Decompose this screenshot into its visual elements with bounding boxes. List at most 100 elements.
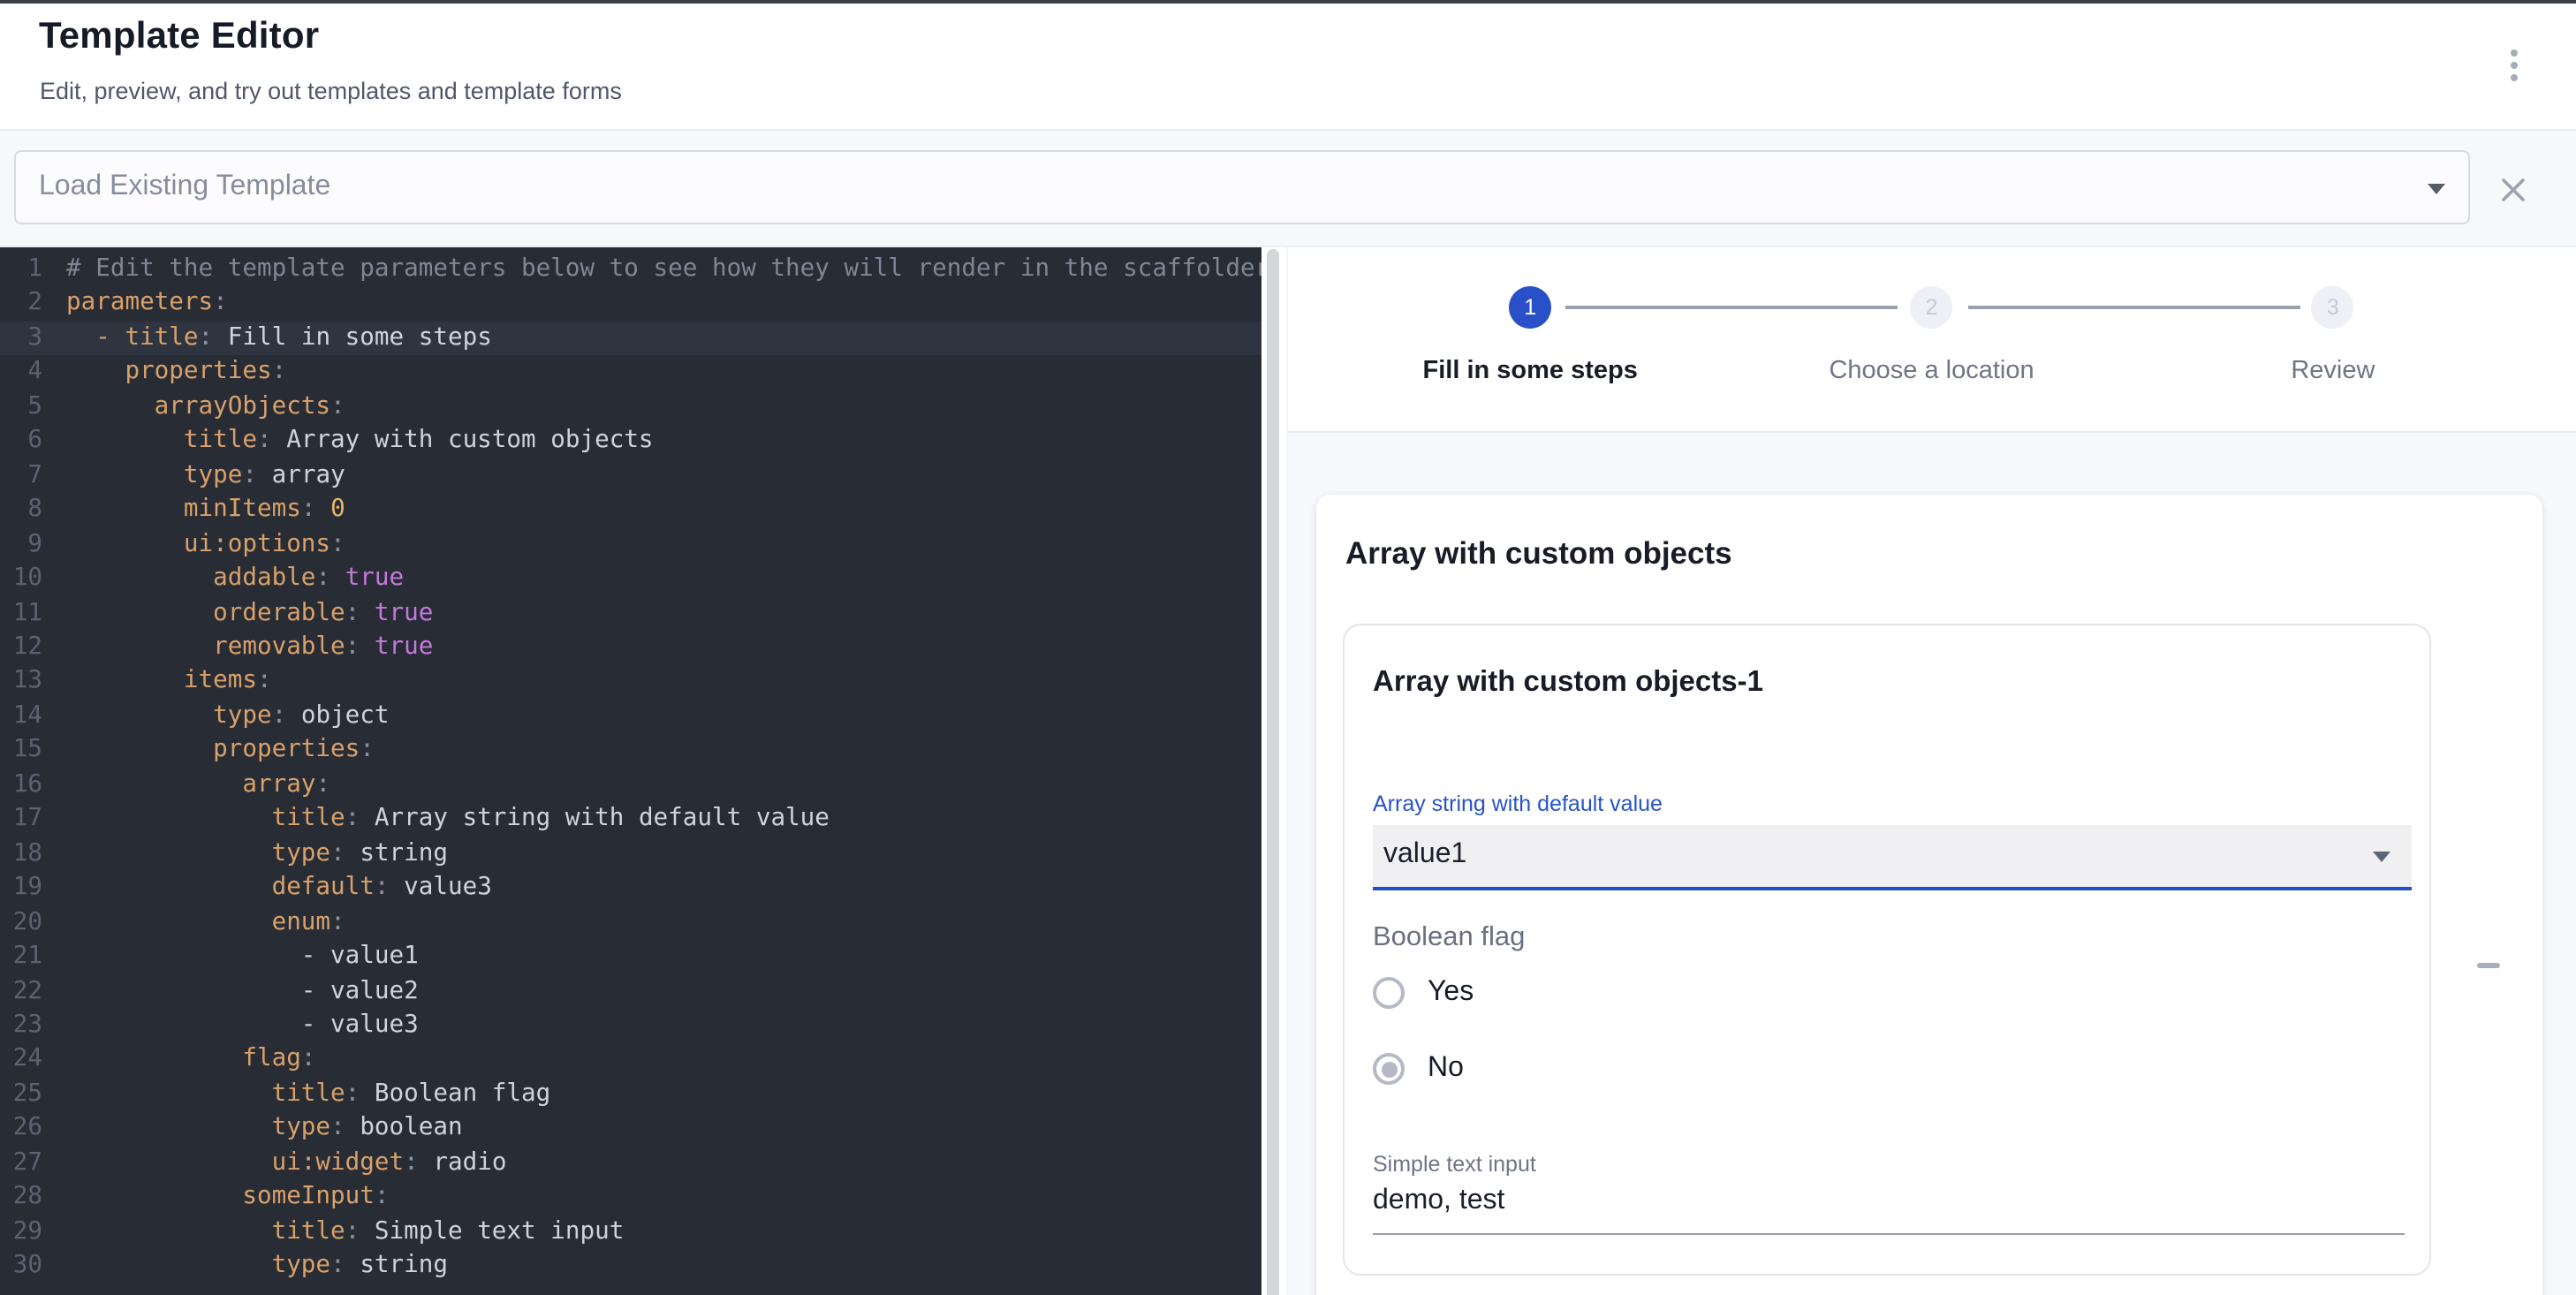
code-text: type: boolean [66, 1112, 463, 1147]
code-line[interactable]: 12 removable: true [0, 631, 1261, 665]
line-number: 9 [0, 527, 42, 562]
code-text: properties: [66, 356, 286, 390]
array-section-title: Array with custom objects [1345, 535, 1732, 572]
select-field-label: Array string with default value [1373, 791, 1663, 815]
close-icon [2496, 172, 2529, 206]
line-number: 16 [0, 769, 42, 803]
clear-template-button[interactable] [2486, 163, 2539, 216]
code-line[interactable]: 16 array: [0, 769, 1261, 803]
code-line[interactable]: 27 ui:widget: radio [0, 1147, 1261, 1181]
radio-option-label: Yes [1428, 977, 1474, 1009]
radio-option-no[interactable]: No [1373, 1048, 1903, 1090]
line-number: 28 [0, 1180, 42, 1215]
step-label: Fill in some steps [1330, 357, 1731, 385]
radio-option-yes[interactable]: Yes [1373, 972, 1903, 1014]
remove-item-button[interactable] [2455, 933, 2520, 998]
code-text: title: Array with custom objects [66, 425, 654, 459]
code-line[interactable]: 19 default: value3 [0, 871, 1261, 905]
code-line[interactable]: 5 arrayObjects: [0, 390, 1261, 425]
code-line[interactable]: 14 type: object [0, 700, 1261, 734]
code-text: - value1 [66, 940, 419, 974]
code-text: minItems: 0 [66, 493, 345, 527]
code-line[interactable]: 29 title: Simple text input [0, 1215, 1261, 1249]
code-line[interactable]: 9 ui:options: [0, 527, 1261, 562]
line-number: 24 [0, 1043, 42, 1078]
step-number-badge: 3 [2312, 286, 2354, 329]
code-line[interactable]: 1# Edit the template parameters below to… [0, 253, 1261, 287]
code-text: ui:widget: radio [66, 1147, 506, 1181]
kebab-menu-icon [2511, 62, 2518, 69]
code-text: default: value3 [66, 871, 492, 905]
code-text: parameters: [66, 287, 228, 322]
code-line[interactable]: 7 type: array [0, 458, 1261, 493]
line-number: 30 [0, 1249, 42, 1284]
code-text: items: [66, 665, 272, 700]
code-line[interactable]: 3 - title: Fill in some steps [0, 322, 1261, 356]
code-line[interactable]: 25 title: Boolean flag [0, 1078, 1261, 1112]
simple-text-input[interactable]: demo, test [1373, 1179, 2405, 1234]
code-line[interactable]: 28 someInput: [0, 1180, 1261, 1215]
page-subtitle: Edit, preview, and try out templates and… [40, 78, 622, 104]
code-line[interactable]: 8 minItems: 0 [0, 493, 1261, 527]
line-number: 11 [0, 596, 42, 631]
boolean-flag-radio-group: Yes No [1373, 972, 1903, 1124]
code-text: title: Simple text input [66, 1215, 624, 1249]
text-field-value: demo, test [1373, 1185, 1504, 1216]
line-number: 6 [0, 425, 42, 459]
code-text: - value3 [66, 1009, 419, 1043]
radio-field-label: Boolean flag [1373, 921, 1525, 953]
code-line[interactable]: 20 enum: [0, 905, 1261, 940]
line-number: 18 [0, 837, 42, 871]
template-editor-page: Template Editor Edit, preview, and try o… [0, 0, 2576, 1295]
form-preview-area: Array with custom objects Array with cus… [1287, 433, 2576, 1295]
code-line[interactable]: 23 - value3 [0, 1009, 1261, 1043]
code-line[interactable]: 10 addable: true [0, 562, 1261, 596]
code-text: # Edit the template parameters below to … [66, 253, 1261, 287]
stepper-step: 1 Fill in some steps [1330, 247, 1731, 431]
code-line[interactable]: 26 type: boolean [0, 1112, 1261, 1147]
editor-scrollbar-thumb[interactable] [1266, 249, 1278, 1295]
code-text: array: [66, 769, 330, 803]
code-line[interactable]: 6 title: Array with custom objects [0, 425, 1261, 459]
code-line[interactable]: 11 orderable: true [0, 596, 1261, 631]
step-label: Review [2133, 357, 2534, 385]
radio-checked-icon[interactable] [1373, 1053, 1405, 1085]
code-line[interactable]: 17 title: Array string with default valu… [0, 803, 1261, 837]
code-text: type: string [66, 837, 448, 871]
code-text: someInput: [66, 1180, 390, 1215]
code-line[interactable]: 13 items: [0, 665, 1261, 700]
line-number: 29 [0, 1215, 42, 1249]
array-section-card: Array with custom objects Array with cus… [1315, 495, 2542, 1295]
yaml-code-editor[interactable]: 1# Edit the template parameters below to… [0, 247, 1261, 1295]
main-split: 1 # Edit the template parameters below to… [0, 247, 2576, 1295]
select-field-value: value1 [1383, 825, 1466, 885]
step-number-badge: 1 [1509, 286, 1551, 329]
line-number: 7 [0, 458, 42, 493]
stepper-step: 3 Review [2133, 247, 2534, 431]
text-field-label: Simple text input [1373, 1151, 1536, 1176]
code-line[interactable]: 22 - value2 [0, 974, 1261, 1009]
code-line[interactable]: 18 type: string [0, 837, 1261, 871]
radio-unchecked-icon[interactable] [1373, 977, 1405, 1009]
code-line[interactable]: 15 properties: [0, 734, 1261, 769]
line-number: 13 [0, 665, 42, 700]
code-line[interactable]: 2parameters: [0, 287, 1261, 322]
code-line[interactable]: 24 flag: [0, 1043, 1261, 1078]
code-text: ui:options: [66, 527, 345, 562]
dropdown-arrow-icon [2373, 852, 2390, 862]
radio-option-label: No [1428, 1053, 1464, 1085]
code-text: enum: [66, 905, 345, 940]
minus-icon [2476, 964, 2499, 968]
code-line[interactable]: 4 properties: [0, 356, 1261, 390]
wizard-stepper: 1Fill in some steps2Choose a location3Re… [1287, 247, 2576, 433]
code-line[interactable]: 30 type: string [0, 1249, 1261, 1284]
array-string-select[interactable]: value1 [1373, 825, 2412, 890]
code-text: orderable: true [66, 596, 433, 631]
load-template-select[interactable]: Load Existing Template [14, 150, 2470, 224]
code-line[interactable]: 21 - value1 [0, 940, 1261, 974]
code-text: addable: true [66, 562, 404, 596]
line-number: 22 [0, 974, 42, 1009]
line-number: 10 [0, 562, 42, 596]
more-options-button[interactable] [2481, 32, 2548, 99]
kebab-menu-icon [2511, 50, 2518, 57]
